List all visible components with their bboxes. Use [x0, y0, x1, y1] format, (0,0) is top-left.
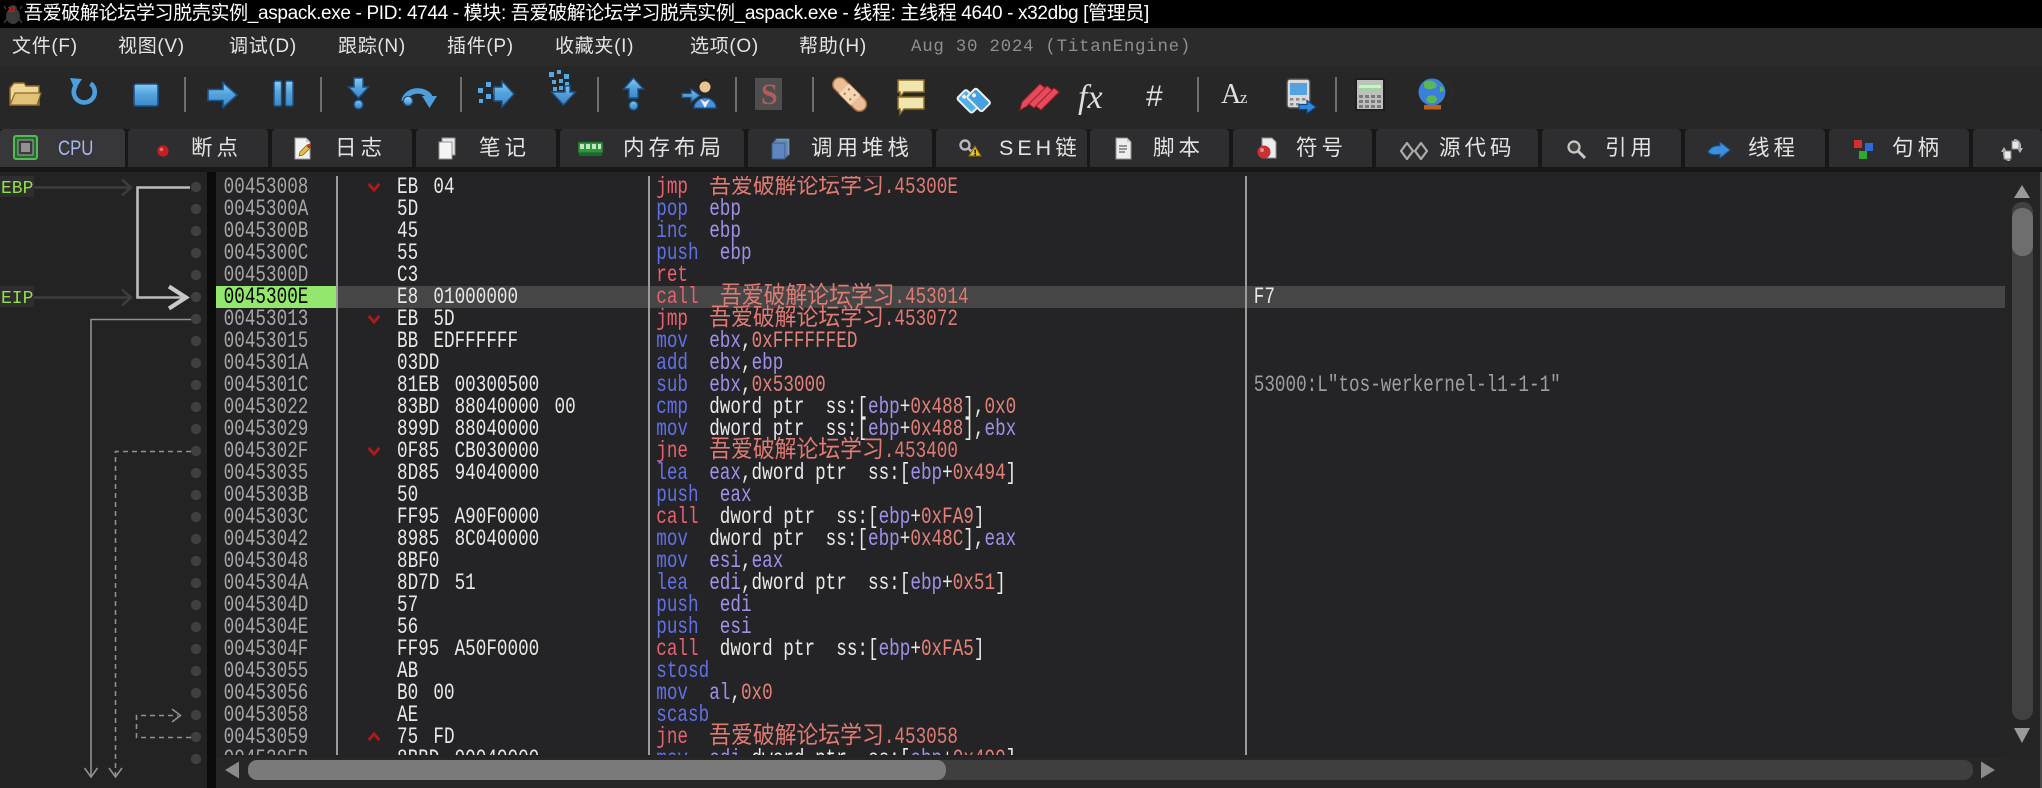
svg-text:#: # — [1146, 80, 1163, 113]
svg-text:S: S — [761, 78, 778, 111]
svg-text:32: 32 — [8, 7, 16, 14]
svg-text:EBP: EBP — [1, 179, 33, 199]
svg-text:z: z — [1240, 88, 1248, 107]
svg-text:EIP: EIP — [1, 289, 33, 309]
svg-text:fx: fx — [1078, 79, 1103, 116]
svg-text:A: A — [1221, 79, 1242, 110]
